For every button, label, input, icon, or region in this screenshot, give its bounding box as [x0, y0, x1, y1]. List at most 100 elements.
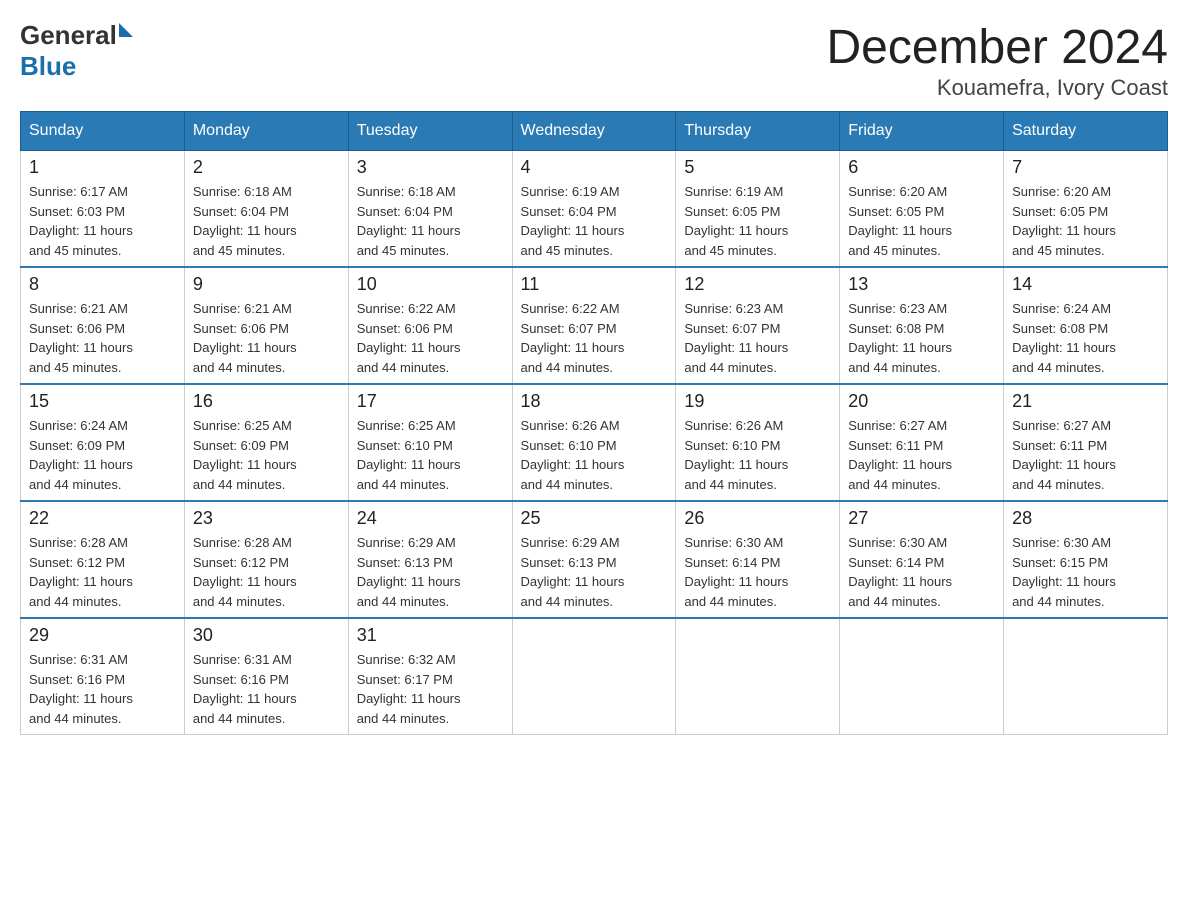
day-number: 22: [29, 508, 176, 529]
table-row: 25Sunrise: 6:29 AMSunset: 6:13 PMDayligh…: [512, 501, 676, 618]
logo: General Blue: [20, 20, 133, 82]
table-row: 7 Sunrise: 6:20 AMSunset: 6:05 PMDaylight…: [1004, 151, 1168, 268]
day-number: 25: [521, 508, 668, 529]
day-number: 29: [29, 625, 176, 646]
day-info: Sunrise: 6:18 AMSunset: 6:04 PMDaylight:…: [193, 182, 340, 260]
day-number: 15: [29, 391, 176, 412]
day-number: 7: [1012, 157, 1159, 178]
day-number: 8: [29, 274, 176, 295]
day-number: 27: [848, 508, 995, 529]
logo-general: General: [20, 20, 117, 51]
day-number: 30: [193, 625, 340, 646]
table-row: 16 Sunrise: 6:25 AMSunset: 6:09 PMDayligh…: [184, 384, 348, 501]
table-row: 19 Sunrise: 6:26 AMSunset: 6:10 PMDayligh…: [676, 384, 840, 501]
day-info: Sunrise: 6:27 AMSunset: 6:11 PMDaylight:…: [1012, 416, 1159, 494]
day-info: Sunrise: 6:25 AMSunset: 6:10 PMDaylight:…: [357, 416, 504, 494]
day-number: 18: [521, 391, 668, 412]
day-info: Sunrise: 6:22 AMSunset: 6:07 PMDaylight:…: [521, 299, 668, 377]
day-number: 4: [521, 157, 668, 178]
day-info: Sunrise: 6:32 AMSunset: 6:17 PMDaylight:…: [357, 650, 504, 728]
day-info: Sunrise: 6:22 AMSunset: 6:06 PMDaylight:…: [357, 299, 504, 377]
day-number: 10: [357, 274, 504, 295]
day-number: 26: [684, 508, 831, 529]
table-row: 6Sunrise: 6:20 AMSunset: 6:05 PMDaylight…: [840, 151, 1004, 268]
day-info: Sunrise: 6:20 AMSunset: 6:05 PMDaylight:…: [1012, 182, 1159, 260]
table-row: [840, 618, 1004, 735]
calendar-table: Sunday Monday Tuesday Wednesday Thursday…: [20, 111, 1168, 735]
day-number: 13: [848, 274, 995, 295]
day-info: Sunrise: 6:25 AMSunset: 6:09 PMDaylight:…: [193, 416, 340, 494]
table-row: [1004, 618, 1168, 735]
week-row-3: 15 Sunrise: 6:24 AMSunset: 6:09 PMDayligh…: [21, 384, 1168, 501]
day-number: 20: [848, 391, 995, 412]
table-row: [676, 618, 840, 735]
week-row-1: 1 Sunrise: 6:17 AMSunset: 6:03 PMDaylight…: [21, 151, 1168, 268]
title-section: December 2024 Kouamefra, Ivory Coast: [826, 20, 1168, 101]
day-info: Sunrise: 6:17 AMSunset: 6:03 PMDaylight:…: [29, 182, 176, 260]
col-wednesday: Wednesday: [512, 112, 676, 151]
week-row-5: 29 Sunrise: 6:31 AMSunset: 6:16 PMDayligh…: [21, 618, 1168, 735]
table-row: 3 Sunrise: 6:18 AMSunset: 6:04 PMDaylight…: [348, 151, 512, 268]
table-row: [512, 618, 676, 735]
day-number: 28: [1012, 508, 1159, 529]
calendar-body: 1 Sunrise: 6:17 AMSunset: 6:03 PMDaylight…: [21, 151, 1168, 735]
table-row: 30 Sunrise: 6:31 AMSunset: 6:16 PMDayligh…: [184, 618, 348, 735]
day-info: Sunrise: 6:24 AMSunset: 6:09 PMDaylight:…: [29, 416, 176, 494]
day-number: 1: [29, 157, 176, 178]
day-info: Sunrise: 6:28 AMSunset: 6:12 PMDaylight:…: [193, 533, 340, 611]
day-info: Sunrise: 6:24 AMSunset: 6:08 PMDaylight:…: [1012, 299, 1159, 377]
table-row: 2 Sunrise: 6:18 AMSunset: 6:04 PMDaylight…: [184, 151, 348, 268]
day-number: 2: [193, 157, 340, 178]
col-sunday: Sunday: [21, 112, 185, 151]
page-header: General Blue December 2024 Kouamefra, Iv…: [20, 20, 1168, 101]
day-info: Sunrise: 6:31 AMSunset: 6:16 PMDaylight:…: [193, 650, 340, 728]
day-info: Sunrise: 6:21 AMSunset: 6:06 PMDaylight:…: [193, 299, 340, 377]
day-number: 11: [521, 274, 668, 295]
col-friday: Friday: [840, 112, 1004, 151]
table-row: 29 Sunrise: 6:31 AMSunset: 6:16 PMDayligh…: [21, 618, 185, 735]
table-row: 12 Sunrise: 6:23 AMSunset: 6:07 PMDayligh…: [676, 267, 840, 384]
day-info: Sunrise: 6:18 AMSunset: 6:04 PMDaylight:…: [357, 182, 504, 260]
table-row: 8Sunrise: 6:21 AMSunset: 6:06 PMDaylight…: [21, 267, 185, 384]
table-row: 17 Sunrise: 6:25 AMSunset: 6:10 PMDayligh…: [348, 384, 512, 501]
day-info: Sunrise: 6:23 AMSunset: 6:08 PMDaylight:…: [848, 299, 995, 377]
day-info: Sunrise: 6:29 AMSunset: 6:13 PMDaylight:…: [357, 533, 504, 611]
col-saturday: Saturday: [1004, 112, 1168, 151]
day-info: Sunrise: 6:20 AMSunset: 6:05 PMDaylight:…: [848, 182, 995, 260]
calendar-subtitle: Kouamefra, Ivory Coast: [826, 75, 1168, 101]
day-info: Sunrise: 6:27 AMSunset: 6:11 PMDaylight:…: [848, 416, 995, 494]
calendar-title: December 2024: [826, 20, 1168, 75]
day-info: Sunrise: 6:26 AMSunset: 6:10 PMDaylight:…: [521, 416, 668, 494]
col-monday: Monday: [184, 112, 348, 151]
table-row: 4 Sunrise: 6:19 AMSunset: 6:04 PMDaylight…: [512, 151, 676, 268]
col-tuesday: Tuesday: [348, 112, 512, 151]
table-row: 27 Sunrise: 6:30 AMSunset: 6:14 PMDayligh…: [840, 501, 1004, 618]
table-row: 13 Sunrise: 6:23 AMSunset: 6:08 PMDayligh…: [840, 267, 1004, 384]
day-info: Sunrise: 6:30 AMSunset: 6:15 PMDaylight:…: [1012, 533, 1159, 611]
day-info: Sunrise: 6:30 AMSunset: 6:14 PMDaylight:…: [848, 533, 995, 611]
day-number: 3: [357, 157, 504, 178]
day-info: Sunrise: 6:30 AMSunset: 6:14 PMDaylight:…: [684, 533, 831, 611]
table-row: 1 Sunrise: 6:17 AMSunset: 6:03 PMDaylight…: [21, 151, 185, 268]
header-row: Sunday Monday Tuesday Wednesday Thursday…: [21, 112, 1168, 151]
day-info: Sunrise: 6:23 AMSunset: 6:07 PMDaylight:…: [684, 299, 831, 377]
table-row: 15 Sunrise: 6:24 AMSunset: 6:09 PMDayligh…: [21, 384, 185, 501]
day-info: Sunrise: 6:19 AMSunset: 6:04 PMDaylight:…: [521, 182, 668, 260]
table-row: 23Sunrise: 6:28 AMSunset: 6:12 PMDayligh…: [184, 501, 348, 618]
table-row: 20 Sunrise: 6:27 AMSunset: 6:11 PMDayligh…: [840, 384, 1004, 501]
day-number: 5: [684, 157, 831, 178]
day-number: 14: [1012, 274, 1159, 295]
table-row: 24Sunrise: 6:29 AMSunset: 6:13 PMDayligh…: [348, 501, 512, 618]
table-row: 9Sunrise: 6:21 AMSunset: 6:06 PMDaylight…: [184, 267, 348, 384]
day-number: 12: [684, 274, 831, 295]
day-number: 19: [684, 391, 831, 412]
table-row: 26 Sunrise: 6:30 AMSunset: 6:14 PMDayligh…: [676, 501, 840, 618]
day-number: 17: [357, 391, 504, 412]
col-thursday: Thursday: [676, 112, 840, 151]
day-info: Sunrise: 6:26 AMSunset: 6:10 PMDaylight:…: [684, 416, 831, 494]
table-row: 31Sunrise: 6:32 AMSunset: 6:17 PMDayligh…: [348, 618, 512, 735]
day-info: Sunrise: 6:31 AMSunset: 6:16 PMDaylight:…: [29, 650, 176, 728]
table-row: 28 Sunrise: 6:30 AMSunset: 6:15 PMDayligh…: [1004, 501, 1168, 618]
day-number: 16: [193, 391, 340, 412]
table-row: 5Sunrise: 6:19 AMSunset: 6:05 PMDaylight…: [676, 151, 840, 268]
